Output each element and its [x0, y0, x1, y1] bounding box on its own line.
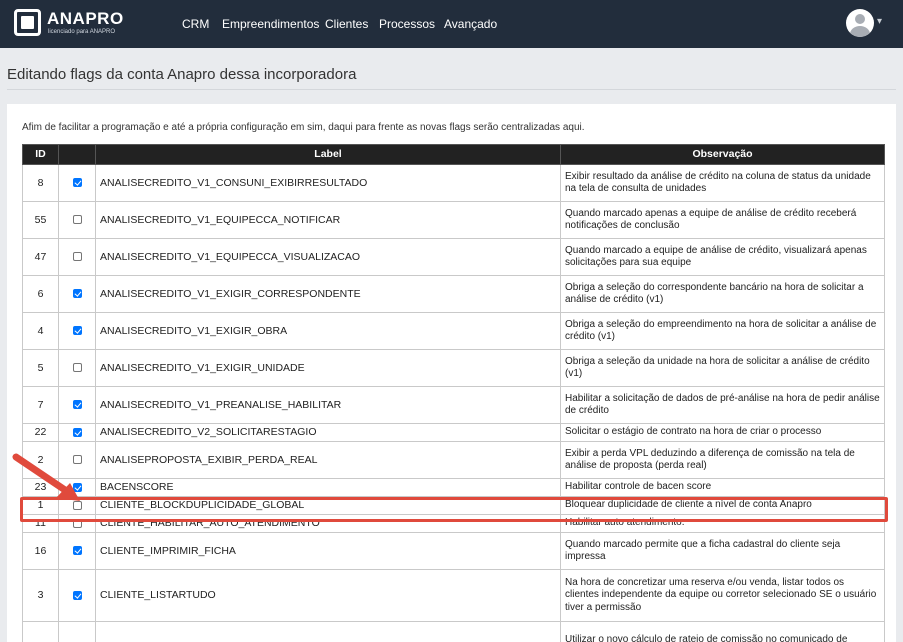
arrow-shaft: [12, 453, 72, 496]
annotation-arrow: [12, 453, 80, 501]
